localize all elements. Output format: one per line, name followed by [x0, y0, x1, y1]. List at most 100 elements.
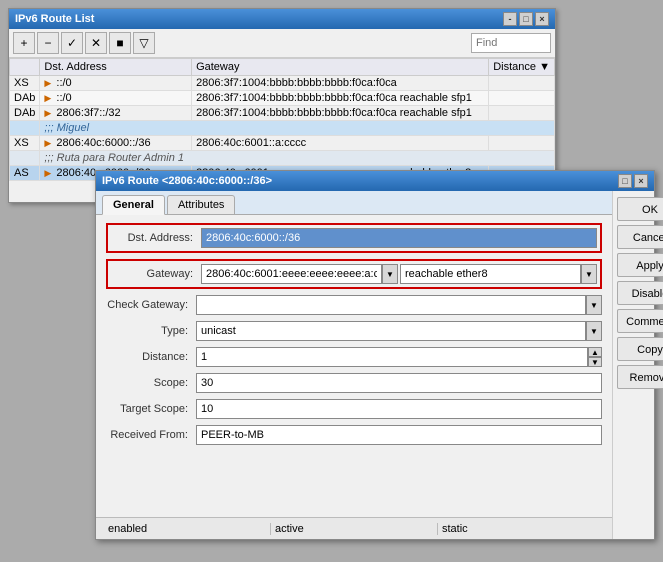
- dst-address-field: Dst. Address:: [106, 223, 602, 253]
- comment-button[interactable]: Comment: [617, 309, 663, 333]
- cancel-button[interactable]: ✕: [85, 32, 107, 54]
- copy-button[interactable]: Copy: [617, 337, 663, 361]
- route-detail-window: IPv6 Route <2806:40c:6000::/36> □ × Gene…: [95, 170, 655, 540]
- scope-label: Scope:: [106, 377, 196, 389]
- check-button[interactable]: ✓: [61, 32, 83, 54]
- row-type: AS: [10, 166, 40, 181]
- type-label: Type:: [106, 325, 196, 337]
- detail-left-panel: General Attributes Dst. Address: Gateway…: [96, 191, 612, 539]
- detail-titlebar-buttons: □ ×: [618, 174, 648, 188]
- remove-button[interactable]: −: [37, 32, 59, 54]
- close-button[interactable]: ×: [535, 12, 549, 26]
- scope-field: Scope:: [106, 373, 602, 393]
- detail-title: IPv6 Route <2806:40c:6000::/36>: [102, 175, 272, 187]
- row-dst: ▶ ::/0: [40, 91, 192, 106]
- target-scope-label: Target Scope:: [106, 403, 196, 415]
- received-from-field: Received From:: [106, 425, 602, 445]
- row-type: XS: [10, 136, 40, 151]
- table-header-row: Dst. Address Gateway Distance ▼: [10, 59, 555, 76]
- target-scope-field: Target Scope:: [106, 399, 602, 419]
- table-row[interactable]: DAb ▶ ::/0 2806:3f7:1004:bbbb:bbbb:bbbb:…: [10, 91, 555, 106]
- row-dst: ▶ 2806:40c:6000::/36: [40, 136, 192, 151]
- status-static: static: [438, 523, 604, 535]
- form-area: Dst. Address: Gateway: ▼ ▼ Check Gateway…: [96, 215, 612, 517]
- detail-close-button[interactable]: ×: [634, 174, 648, 188]
- distance-input[interactable]: [196, 347, 588, 367]
- add-button[interactable]: +: [13, 32, 35, 54]
- titlebar-buttons: - □ ×: [503, 12, 549, 26]
- group-header-label: ;;; Miguel: [40, 121, 555, 136]
- col-type-header: [10, 59, 40, 76]
- route-list-titlebar: IPv6 Route List - □ ×: [9, 9, 555, 29]
- distance-scroll: ▲ ▼: [588, 347, 602, 367]
- minimize-button[interactable]: -: [503, 12, 517, 26]
- check-gateway-field: Check Gateway: ▼: [106, 295, 602, 315]
- table-row[interactable]: XS ▶ ::/0 2806:3f7:1004:bbbb:bbbb:bbbb:f…: [10, 76, 555, 91]
- check-gateway-dropdown[interactable]: ▼: [586, 295, 602, 315]
- maximize-button[interactable]: □: [519, 12, 533, 26]
- received-from-label: Received From:: [106, 429, 196, 441]
- filter-button[interactable]: ▽: [133, 32, 155, 54]
- row-gw: 2806:3f7:1004:bbbb:bbbb:bbbb:f0ca:f0ca r…: [192, 91, 489, 106]
- status-enabled: enabled: [104, 523, 271, 535]
- group-header-row: ;;; Ruta para Router Admin 1: [10, 151, 555, 166]
- remove-button[interactable]: Remove: [617, 365, 663, 389]
- distance-label: Distance:: [106, 351, 196, 363]
- col-dist-header[interactable]: Distance ▼: [489, 59, 555, 76]
- target-scope-input[interactable]: [196, 399, 602, 419]
- copy-button[interactable]: ■: [109, 32, 131, 54]
- row-type: DAb: [10, 91, 40, 106]
- row-dst: ▶ ::/0: [40, 76, 192, 91]
- row-type: [10, 121, 40, 136]
- cancel-button[interactable]: Cancel: [617, 225, 663, 249]
- row-dist: [489, 136, 555, 151]
- row-gw: 2806:40c:6001::a:cccc: [192, 136, 489, 151]
- ok-button[interactable]: OK: [617, 197, 663, 221]
- gateway-extra-input[interactable]: [400, 264, 581, 284]
- group-header-row: ;;; Miguel: [10, 121, 555, 136]
- status-active: active: [271, 523, 438, 535]
- type-input[interactable]: [196, 321, 586, 341]
- tab-general[interactable]: General: [102, 195, 165, 215]
- col-dst-header[interactable]: Dst. Address: [40, 59, 192, 76]
- check-gateway-label: Check Gateway:: [106, 299, 196, 311]
- gateway-input-row: ▼ ▼: [201, 264, 597, 284]
- detail-right-panel: OK Cancel Apply Disable Comment Copy Rem…: [612, 191, 663, 539]
- table-row[interactable]: DAb ▶ 2806:3f7::/32 2806:3f7:1004:bbbb:b…: [10, 106, 555, 121]
- distance-field: Distance: ▲ ▼: [106, 347, 602, 367]
- row-gw: 2806:3f7:1004:bbbb:bbbb:bbbb:f0ca:f0ca r…: [192, 106, 489, 121]
- table-row[interactable]: XS ▶ 2806:40c:6000::/36 2806:40c:6001::a…: [10, 136, 555, 151]
- route-list-title: IPv6 Route List: [15, 13, 94, 25]
- type-dropdown[interactable]: ▼: [586, 321, 602, 341]
- toolbar: + − ✓ ✕ ■ ▽: [9, 29, 555, 58]
- row-gw: 2806:3f7:1004:bbbb:bbbb:bbbb:f0ca:f0ca: [192, 76, 489, 91]
- type-field: Type: ▼: [106, 321, 602, 341]
- status-bar: enabled active static: [96, 517, 612, 539]
- tabs-container: General Attributes: [96, 191, 612, 215]
- row-dist: [489, 91, 555, 106]
- row-type: [10, 151, 40, 166]
- group-header-label: ;;; Ruta para Router Admin 1: [40, 151, 555, 166]
- disable-button[interactable]: Disable: [617, 281, 663, 305]
- gateway-label: Gateway:: [111, 268, 201, 280]
- distance-up[interactable]: ▲: [588, 347, 602, 357]
- dst-address-label: Dst. Address:: [111, 232, 201, 244]
- search-input[interactable]: [471, 33, 551, 53]
- row-type: DAb: [10, 106, 40, 121]
- gateway-extra-dropdown[interactable]: ▼: [581, 264, 597, 284]
- gateway-dropdown-arrow[interactable]: ▼: [382, 264, 398, 284]
- scope-input[interactable]: [196, 373, 602, 393]
- gateway-input[interactable]: [201, 264, 382, 284]
- tab-attributes[interactable]: Attributes: [167, 195, 235, 214]
- detail-body: General Attributes Dst. Address: Gateway…: [96, 191, 654, 539]
- row-dst: ▶ 2806:3f7::/32: [40, 106, 192, 121]
- detail-maximize-button[interactable]: □: [618, 174, 632, 188]
- distance-down[interactable]: ▼: [588, 357, 602, 367]
- row-type: XS: [10, 76, 40, 91]
- col-gw-header[interactable]: Gateway: [192, 59, 489, 76]
- check-gateway-input[interactable]: [196, 295, 586, 315]
- dst-address-input[interactable]: [201, 228, 597, 248]
- received-from-input[interactable]: [196, 425, 602, 445]
- apply-button[interactable]: Apply: [617, 253, 663, 277]
- detail-titlebar: IPv6 Route <2806:40c:6000::/36> □ ×: [96, 171, 654, 191]
